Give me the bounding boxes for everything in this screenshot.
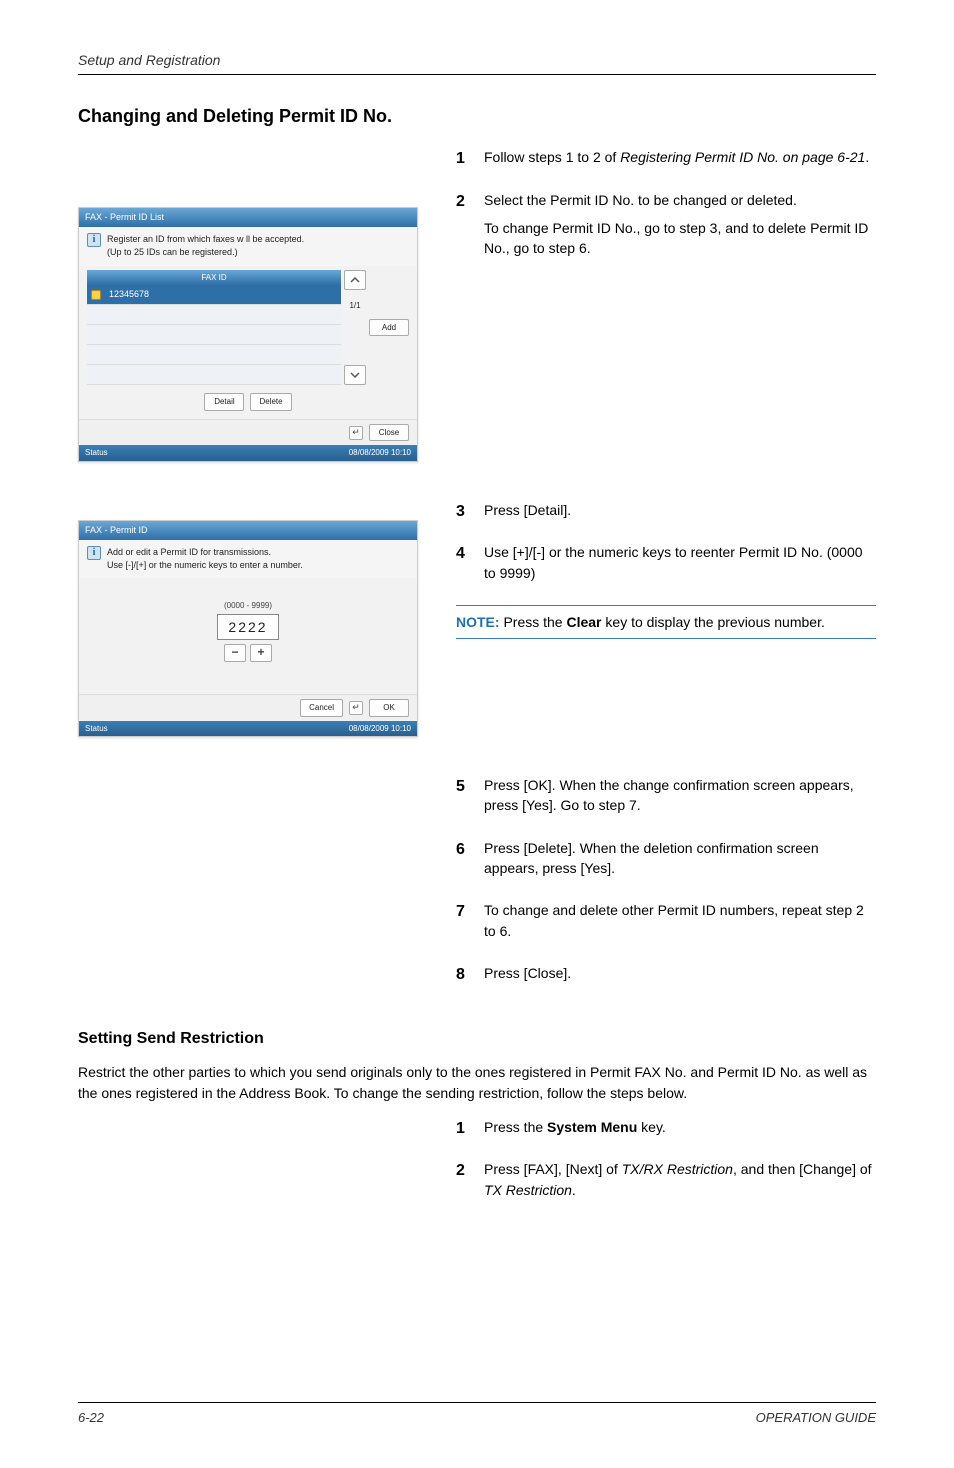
step-body: Select the Permit ID No. to be changed o… [484,190,876,267]
list-item-value: 12345678 [105,288,341,301]
ok-button[interactable]: OK [369,699,409,717]
info-icon: i [87,233,101,247]
enter-icon: ↵ [349,426,363,440]
step-body: Press [Close]. [484,963,876,991]
step-number: 2 [456,190,484,267]
note-label: NOTE: [456,614,500,630]
cancel-button[interactable]: Cancel [300,699,343,717]
step-number: 4 [456,542,484,591]
list-item[interactable]: 12345678 [87,285,341,305]
close-button[interactable]: Close [369,424,409,442]
page-title: Changing and Deleting Permit ID No. [78,103,876,129]
step-number: 1 [456,147,484,175]
list-item[interactable] [87,345,341,365]
info-line: Use [-]/[+] or the numeric keys to enter… [107,559,303,572]
add-button[interactable]: Add [369,319,409,337]
guide-label: OPERATION GUIDE [756,1409,876,1428]
list-item[interactable] [87,365,341,385]
fax-icon [91,290,101,300]
status-label: Status [85,447,108,459]
panel-info-text: Add or edit a Permit ID for transmission… [107,546,303,572]
range-label: (0000 - 9999) [87,600,409,612]
status-time: 08/08/2009 10:10 [349,723,411,735]
step-body: Press [OK]. When the change confirmation… [484,775,876,824]
info-line: Register an ID from which faxes w ll be … [107,233,304,246]
running-header: Setup and Registration [78,50,876,70]
panel-permit-id-list: FAX - Permit ID List i Register an ID fr… [78,207,418,462]
body-paragraph: Restrict the other parties to which you … [78,1062,876,1103]
step-body: Press the System Menu key. [484,1117,876,1145]
scroll-up-button[interactable] [344,270,366,290]
subheading: Setting Send Restriction [78,1027,876,1050]
step-body: To change and delete other Permit ID num… [484,900,876,949]
step-number: 6 [456,838,484,887]
permit-id-field[interactable]: 2222 [217,614,278,640]
step-body: Use [+]/[-] or the numeric keys to reent… [484,542,876,591]
step-number: 5 [456,775,484,824]
page-number: 6-22 [78,1409,104,1428]
status-label: Status [85,723,108,735]
panel-info-text: Register an ID from which faxes w ll be … [107,233,304,259]
panel-titlebar: FAX - Permit ID [79,521,417,540]
enter-icon: ↵ [349,701,363,715]
step-body: Press [FAX], [Next] of TX/RX Restriction… [484,1159,876,1208]
plus-button[interactable]: + [250,644,272,662]
info-icon: i [87,546,101,560]
page-indicator: 1/1 [344,292,366,320]
header-rule [78,74,876,75]
step-body: Follow steps 1 to 2 of Registering Permi… [484,147,876,175]
step-number: 1 [456,1117,484,1145]
step-body: Press [Delete]. When the deletion confir… [484,838,876,887]
info-line: (Up to 25 IDs can be registered.) [107,246,304,259]
panel-permit-id-entry: FAX - Permit ID i Add or edit a Permit I… [78,520,418,737]
step-number: 7 [456,900,484,949]
status-time: 08/08/2009 10:10 [349,447,411,459]
list-item[interactable] [87,305,341,325]
scroll-down-button[interactable] [344,365,366,385]
step-body: Press [Detail]. [484,500,876,528]
footer-rule [78,1402,876,1403]
step-number: 2 [456,1159,484,1208]
column-header: FAX ID [87,270,341,286]
note-box: NOTE: Press the Clear key to display the… [456,605,876,639]
delete-button[interactable]: Delete [250,393,291,411]
info-line: Add or edit a Permit ID for transmission… [107,546,303,559]
minus-button[interactable]: − [224,644,246,662]
detail-button[interactable]: Detail [204,393,244,411]
step-number: 3 [456,500,484,528]
step-number: 8 [456,963,484,991]
list-item[interactable] [87,325,341,345]
panel-titlebar: FAX - Permit ID List [79,208,417,227]
